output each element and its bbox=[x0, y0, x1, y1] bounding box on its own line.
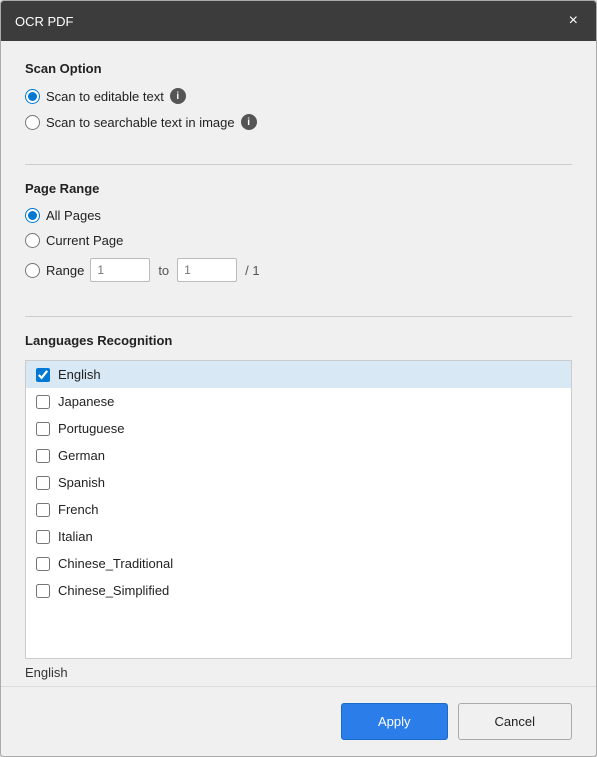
language-label: Portuguese bbox=[58, 421, 125, 436]
range-total: / 1 bbox=[245, 263, 259, 278]
dialog-footer: Apply Cancel bbox=[1, 686, 596, 756]
scan-option-section: Scan Option Scan to editable text i Scan… bbox=[25, 61, 572, 140]
scan-option-title: Scan Option bbox=[25, 61, 572, 76]
scan-searchable-label: Scan to searchable text in image bbox=[46, 115, 235, 130]
language-label: Chinese_Traditional bbox=[58, 556, 173, 571]
page-range-section: Page Range All Pages Current Page Range … bbox=[25, 181, 572, 292]
list-item[interactable]: Spanish bbox=[26, 469, 571, 496]
scan-editable-radio[interactable] bbox=[25, 89, 40, 104]
range-row: Range to / 1 bbox=[25, 258, 572, 282]
divider-2 bbox=[25, 316, 572, 317]
language-label: Spanish bbox=[58, 475, 105, 490]
list-item[interactable]: German bbox=[26, 442, 571, 469]
page-range-title: Page Range bbox=[25, 181, 572, 196]
language-checkbox-3[interactable] bbox=[36, 449, 50, 463]
apply-button[interactable]: Apply bbox=[341, 703, 448, 740]
languages-section: Languages Recognition English Japanese Por… bbox=[25, 333, 572, 686]
language-checkbox-4[interactable] bbox=[36, 476, 50, 490]
range-inputs: to / 1 bbox=[90, 258, 259, 282]
all-pages-row: All Pages bbox=[25, 208, 572, 223]
language-label: Chinese_Simplified bbox=[58, 583, 169, 598]
list-item[interactable]: Chinese_Simplified bbox=[26, 577, 571, 604]
language-list[interactable]: English Japanese Portuguese German Spanish Fr… bbox=[25, 360, 572, 659]
language-label: English bbox=[58, 367, 101, 382]
language-checkbox-6[interactable] bbox=[36, 530, 50, 544]
list-item[interactable]: Italian bbox=[26, 523, 571, 550]
selected-languages-text: English bbox=[25, 659, 572, 686]
scan-searchable-row: Scan to searchable text in image i bbox=[25, 114, 572, 130]
dialog-title: OCR PDF bbox=[15, 14, 74, 29]
all-pages-radio[interactable] bbox=[25, 208, 40, 223]
language-checkbox-7[interactable] bbox=[36, 557, 50, 571]
language-label: Italian bbox=[58, 529, 93, 544]
list-item[interactable]: Portuguese bbox=[26, 415, 571, 442]
language-label: Japanese bbox=[58, 394, 114, 409]
scan-editable-label: Scan to editable text bbox=[46, 89, 164, 104]
all-pages-label: All Pages bbox=[46, 208, 101, 223]
range-radio[interactable] bbox=[25, 263, 40, 278]
scan-editable-row: Scan to editable text i bbox=[25, 88, 572, 104]
language-checkbox-2[interactable] bbox=[36, 422, 50, 436]
dialog-content: Scan Option Scan to editable text i Scan… bbox=[1, 41, 596, 686]
language-checkbox-5[interactable] bbox=[36, 503, 50, 517]
list-item[interactable]: English bbox=[26, 361, 571, 388]
range-to-input[interactable] bbox=[177, 258, 237, 282]
range-label: Range bbox=[46, 263, 84, 278]
list-item[interactable]: Chinese_Traditional bbox=[26, 550, 571, 577]
divider-1 bbox=[25, 164, 572, 165]
scan-editable-info-icon: i bbox=[170, 88, 186, 104]
language-label: French bbox=[58, 502, 98, 517]
list-item[interactable]: French bbox=[26, 496, 571, 523]
close-button[interactable]: × bbox=[565, 11, 582, 31]
current-page-row: Current Page bbox=[25, 233, 572, 248]
language-checkbox-8[interactable] bbox=[36, 584, 50, 598]
range-to-label: to bbox=[158, 263, 169, 278]
languages-title: Languages Recognition bbox=[25, 333, 572, 348]
range-from-input[interactable] bbox=[90, 258, 150, 282]
language-checkbox-1[interactable] bbox=[36, 395, 50, 409]
ocr-pdf-dialog: OCR PDF × Scan Option Scan to editable t… bbox=[0, 0, 597, 757]
list-item[interactable]: Japanese bbox=[26, 388, 571, 415]
scan-searchable-info-icon: i bbox=[241, 114, 257, 130]
cancel-button[interactable]: Cancel bbox=[458, 703, 572, 740]
language-checkbox-0[interactable] bbox=[36, 368, 50, 382]
language-label: German bbox=[58, 448, 105, 463]
current-page-radio[interactable] bbox=[25, 233, 40, 248]
scan-searchable-radio[interactable] bbox=[25, 115, 40, 130]
title-bar: OCR PDF × bbox=[1, 1, 596, 41]
current-page-label: Current Page bbox=[46, 233, 123, 248]
